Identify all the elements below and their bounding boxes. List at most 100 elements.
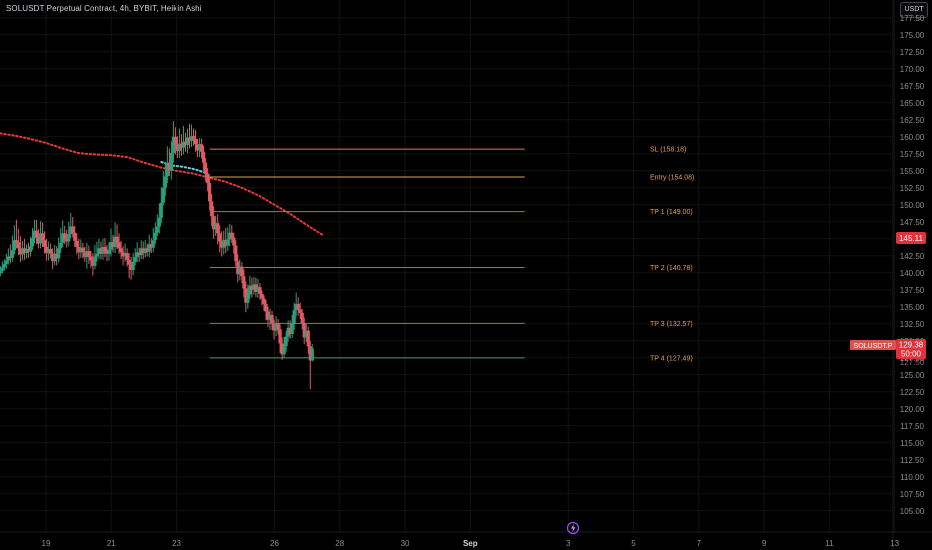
y-tick-label: 172.50 [900,48,925,57]
candle [12,225,16,255]
candle [308,340,312,390]
y-tick-label: 115.00 [900,439,924,448]
candle-body [125,253,129,260]
candle-body [107,249,111,254]
candle-body [201,151,206,163]
candle-body [151,240,155,248]
candle-body [298,309,302,313]
candle-body [242,276,246,289]
level-label: TP 3 (132.57) [650,321,693,328]
candle-body [133,257,137,262]
level-label: TP 4 (127.49) [650,355,693,362]
y-tick-label: 160.00 [900,133,925,142]
candle-body [270,314,274,324]
candle-body [155,226,159,233]
candle-body [292,310,296,324]
candle-body [131,261,135,271]
candle-body [161,187,165,203]
candle-body [306,330,310,347]
y-tick-label: 120.00 [900,405,925,414]
x-tick-label: 30 [401,539,410,548]
candle-body [258,287,262,294]
x-tick-label: Sep [463,539,478,548]
candle [87,245,91,264]
candle-body [262,298,266,305]
candle-body [218,233,222,242]
x-tick-label: 26 [270,539,279,548]
time-axis[interactable]: 19 21 23 26 28 30 Sep 3 5 7 9 11 13 [42,539,900,548]
candle-body [57,248,61,259]
symbol-tag-text: SOLUSDT.P [854,343,893,350]
candle-body [10,250,14,258]
y-tick-label: 147.50 [900,218,925,227]
candle-body [246,294,250,303]
y-tick-label: 105.00 [900,507,925,516]
candle-body [2,263,6,268]
candle-body [163,176,167,188]
x-tick-label: 13 [890,539,899,548]
y-tick-label: 162.50 [900,116,925,125]
candle-body [173,136,178,145]
candle-body [67,234,71,242]
candle-body [234,245,238,262]
candle-body [226,239,230,246]
candle-body [232,237,236,246]
candle [93,244,97,270]
candle-body [0,267,4,271]
candle-body [71,226,75,233]
y-tick-label: 122.50 [900,388,925,397]
candle-body [59,242,63,249]
candle-body [28,246,33,252]
candle-body [300,312,304,324]
candle [185,128,190,154]
x-tick-label: 9 [762,539,767,548]
level-label: TP 2 (140.78) [650,265,693,272]
x-tick-label: 7 [697,539,702,548]
candle-body [127,259,131,265]
candles [0,121,314,390]
y-tick-label: 167.50 [900,82,925,91]
candle-body [81,247,85,253]
grid [0,0,932,550]
y-tick-label: 107.50 [900,490,925,499]
y-tick-label: 157.50 [900,150,925,159]
candle-body [240,266,244,277]
candle-body [199,144,204,152]
x-tick-label: 19 [42,539,51,548]
trade-levels: SL (158.18) Entry (154.08) TP 1 (149.00) TP… [209,147,694,362]
candle-body [191,136,196,139]
candle [161,170,165,206]
candle-body [117,242,121,249]
x-tick-label: 5 [631,539,636,548]
candle-body [296,304,300,310]
x-tick-label: 3 [566,539,571,548]
level-label: TP 1 (149.00) [650,209,693,216]
y-tick-label: 137.50 [900,286,925,295]
candle-body [169,153,173,171]
candle-body [34,230,39,238]
candle-body [0,270,2,274]
x-tick-label: 11 [825,539,834,548]
y-tick-label: 140.00 [900,269,925,278]
candlestick-chart[interactable]: SL (158.18) Entry (154.08) TP 1 (149.00) TP… [0,0,932,550]
ma-price-text: 145.11 [899,234,923,243]
candle-body [208,183,212,202]
candle-body [4,260,8,264]
candle [131,253,135,276]
candle-body [103,246,107,252]
y-tick-label: 125.00 [900,371,925,380]
y-tick-label: 177.50 [900,14,925,23]
candle-body [115,236,119,243]
candle [67,221,71,247]
candle-body [282,346,286,355]
candle-body [159,202,163,218]
y-tick-label: 150.00 [900,201,925,210]
candle-body [204,162,208,175]
candle-body [42,240,47,247]
candle-body [93,256,97,266]
level-label: Entry (154.08) [650,175,694,182]
candle [151,227,155,253]
candle-body [276,323,280,330]
y-tick-label: 112.50 [900,456,924,465]
price-axis[interactable]: 105.00 107.50 110.00 112.50 115.00 117.50 120.… [900,14,925,516]
